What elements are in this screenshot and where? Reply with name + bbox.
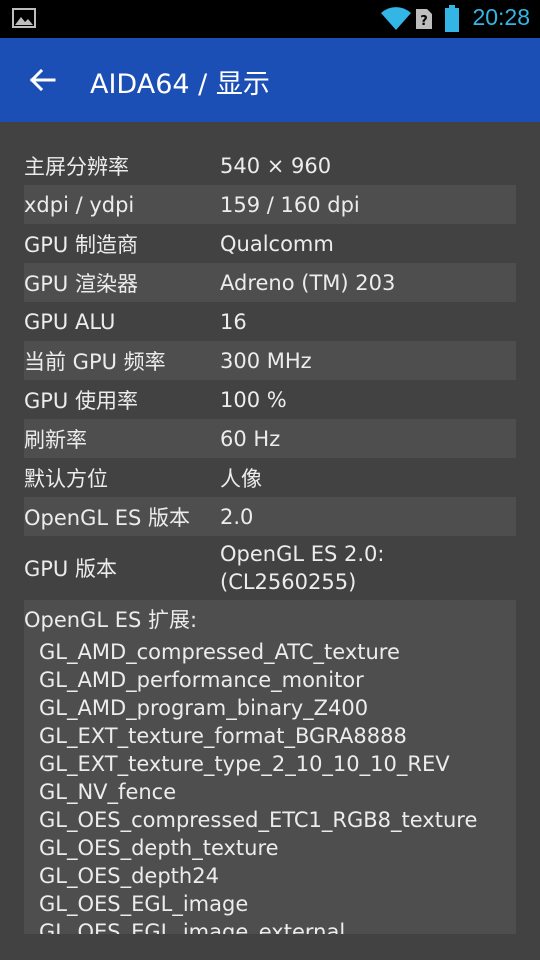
row-label: xdpi / ydpi bbox=[24, 192, 135, 217]
extensions-list: GL_AMD_compressed_ATC_texture GL_AMD_per… bbox=[24, 638, 516, 934]
row-value: 300 MHz bbox=[220, 348, 312, 373]
opengl-extensions-section[interactable]: OpenGL ES 扩展: GL_AMD_compressed_ATC_text… bbox=[24, 600, 516, 934]
row-label: 刷新率 bbox=[24, 427, 87, 452]
info-row-gpu-usage: GPU 使用率 100 % bbox=[24, 380, 516, 419]
row-label: GPU 使用率 bbox=[24, 388, 138, 413]
list-item: GL_OES_EGL_image bbox=[39, 892, 249, 916]
info-row-resolution: 主屏分辨率 540 × 960 bbox=[24, 146, 516, 185]
row-label: 当前 GPU 频率 bbox=[24, 349, 166, 374]
row-value: 60 Hz bbox=[220, 426, 281, 451]
row-value: 100 % bbox=[220, 387, 287, 412]
info-row-dpi: xdpi / ydpi 159 / 160 dpi bbox=[24, 185, 516, 224]
list-item: GL_AMD_compressed_ATC_texture bbox=[39, 640, 400, 664]
list-item: GL_OES_depth_texture bbox=[39, 836, 279, 860]
app-bar: AIDA64 / 显示 bbox=[0, 38, 540, 122]
display-info-list: 主屏分辨率 540 × 960 xdpi / ydpi 159 / 160 dp… bbox=[24, 146, 516, 934]
row-label: 默认方位 bbox=[24, 466, 108, 491]
row-value: 人像 bbox=[220, 466, 262, 491]
list-item: GL_AMD_program_binary_Z400 bbox=[39, 696, 369, 720]
no-sim-icon: ? bbox=[416, 9, 432, 29]
page-title: AIDA64 / 显示 bbox=[90, 69, 270, 100]
info-row-gpu-renderer: GPU 渲染器 Adreno (TM) 203 bbox=[24, 263, 516, 302]
info-row-orientation: 默认方位 人像 bbox=[24, 458, 516, 497]
info-row-refresh-rate: 刷新率 60 Hz bbox=[24, 419, 516, 458]
row-value: Qualcomm bbox=[220, 231, 334, 256]
wifi-icon bbox=[381, 7, 411, 31]
row-value: Adreno (TM) 203 bbox=[220, 270, 396, 295]
list-item: GL_OES_compressed_ETC1_RGB8_texture bbox=[39, 808, 478, 832]
gallery-notification-icon bbox=[12, 8, 36, 28]
row-value: 540 × 960 bbox=[220, 153, 332, 178]
list-item: GL_EXT_texture_format_BGRA8888 bbox=[39, 724, 407, 748]
row-value: 16 bbox=[220, 309, 247, 334]
list-item: GL_OES_EGL_image_external bbox=[39, 920, 346, 934]
row-value: OpenGL ES 2.0: (CL2560255) bbox=[220, 540, 516, 596]
battery-icon bbox=[445, 5, 459, 32]
arrow-back-icon[interactable] bbox=[28, 66, 56, 94]
info-row-opengl-version: OpenGL ES 版本 2.0 bbox=[24, 497, 516, 536]
row-label: GPU 版本 bbox=[24, 557, 117, 581]
list-item: GL_EXT_texture_type_2_10_10_10_REV bbox=[39, 752, 450, 776]
svg-text:?: ? bbox=[420, 14, 428, 29]
info-row-gpu-vendor: GPU 制造商 Qualcomm bbox=[24, 224, 516, 263]
row-value-line: OpenGL ES 2.0: bbox=[220, 542, 385, 566]
row-label: GPU 渲染器 bbox=[24, 271, 138, 296]
row-value-line: (CL2560255) bbox=[220, 570, 357, 594]
row-value: 2.0 bbox=[220, 504, 254, 529]
row-label: GPU ALU bbox=[24, 309, 116, 334]
info-row-gpu-alu: GPU ALU 16 bbox=[24, 302, 516, 341]
status-clock: 20:28 bbox=[472, 4, 530, 30]
list-item: GL_NV_fence bbox=[39, 780, 177, 804]
extensions-label: OpenGL ES 扩展: bbox=[24, 608, 198, 632]
row-value: 159 / 160 dpi bbox=[220, 192, 360, 217]
list-item: GL_AMD_performance_monitor bbox=[39, 668, 364, 692]
status-bar: ? 20:28 bbox=[0, 0, 540, 38]
row-label: OpenGL ES 版本 bbox=[24, 505, 191, 530]
row-label: 主屏分辨率 bbox=[24, 154, 129, 179]
info-row-gpu-version: GPU 版本 OpenGL ES 2.0: (CL2560255) bbox=[24, 536, 516, 600]
list-item: GL_OES_depth24 bbox=[39, 864, 219, 888]
info-row-gpu-clock: 当前 GPU 频率 300 MHz bbox=[24, 341, 516, 380]
row-label: GPU 制造商 bbox=[24, 232, 138, 257]
